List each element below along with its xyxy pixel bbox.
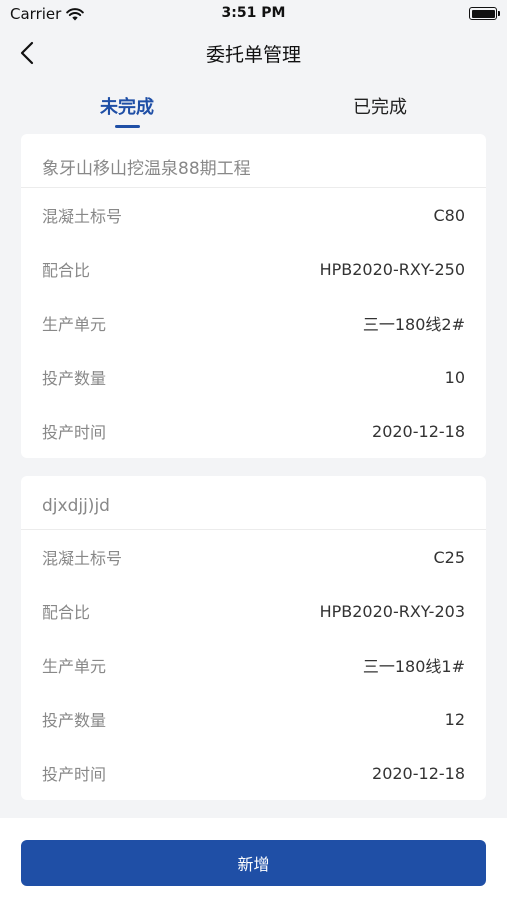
order-row-unit: 生产单元 三一180线2# [21, 296, 486, 350]
row-value: C25 [433, 547, 465, 567]
order-title: djxdjj)jd [21, 476, 486, 530]
row-label: 投产时间 [42, 423, 107, 442]
order-title: 象牙山移山挖温泉88期工程 [21, 134, 486, 188]
row-label: 混凝土标号 [42, 549, 123, 568]
order-card[interactable]: djxdjj)jd 混凝土标号 C25 配合比 HPB2020-RXY-203 … [21, 476, 486, 800]
order-card[interactable]: 象牙山移山挖温泉88期工程 混凝土标号 C80 配合比 HPB2020-RXY-… [21, 134, 486, 458]
row-value: HPB2020-RXY-250 [319, 259, 465, 279]
row-value: 10 [444, 367, 465, 387]
order-row-grade: 混凝土标号 C80 [21, 188, 486, 242]
order-row-quantity: 投产数量 12 [21, 692, 486, 746]
row-value: HPB2020-RXY-203 [319, 601, 465, 621]
order-row-mix-ratio: 配合比 HPB2020-RXY-250 [21, 242, 486, 296]
status-bar: Carrier 3:51 PM [0, 0, 507, 28]
status-time: 3:51 PM [221, 5, 286, 21]
bottom-bar: 新增 [0, 818, 507, 900]
page-title: 委托单管理 [205, 44, 301, 66]
row-label: 生产单元 [42, 315, 107, 334]
row-label: 配合比 [42, 261, 91, 280]
row-value: 2020-12-18 [372, 421, 465, 441]
order-row-unit: 生产单元 三一180线1# [21, 638, 486, 692]
order-row-time: 投产时间 2020-12-18 [21, 404, 486, 458]
tab-bar: 未完成 已完成 [0, 85, 507, 130]
tab-completed[interactable]: 已完成 [280, 93, 480, 119]
row-label: 生产单元 [42, 657, 107, 676]
row-label: 投产数量 [42, 711, 107, 730]
order-row-mix-ratio: 配合比 HPB2020-RXY-203 [21, 584, 486, 638]
row-value: 2020-12-18 [372, 763, 465, 783]
row-value: 三一180线1# [362, 657, 465, 676]
row-label: 混凝土标号 [42, 207, 123, 226]
tab-indicator [115, 125, 140, 128]
row-label: 配合比 [42, 603, 91, 622]
row-label: 投产数量 [42, 369, 107, 388]
row-label: 投产时间 [42, 765, 107, 784]
order-row-quantity: 投产数量 10 [21, 350, 486, 404]
tab-incomplete[interactable]: 未完成 [27, 93, 227, 119]
row-value: C80 [433, 205, 465, 225]
row-value: 12 [444, 709, 465, 729]
order-row-time: 投产时间 2020-12-18 [21, 746, 486, 800]
battery-icon [469, 7, 500, 20]
order-row-grade: 混凝土标号 C25 [21, 530, 486, 584]
nav-bar: 委托单管理 [0, 28, 507, 78]
add-order-button[interactable]: 新增 [21, 840, 486, 886]
row-value: 三一180线2# [362, 315, 465, 334]
